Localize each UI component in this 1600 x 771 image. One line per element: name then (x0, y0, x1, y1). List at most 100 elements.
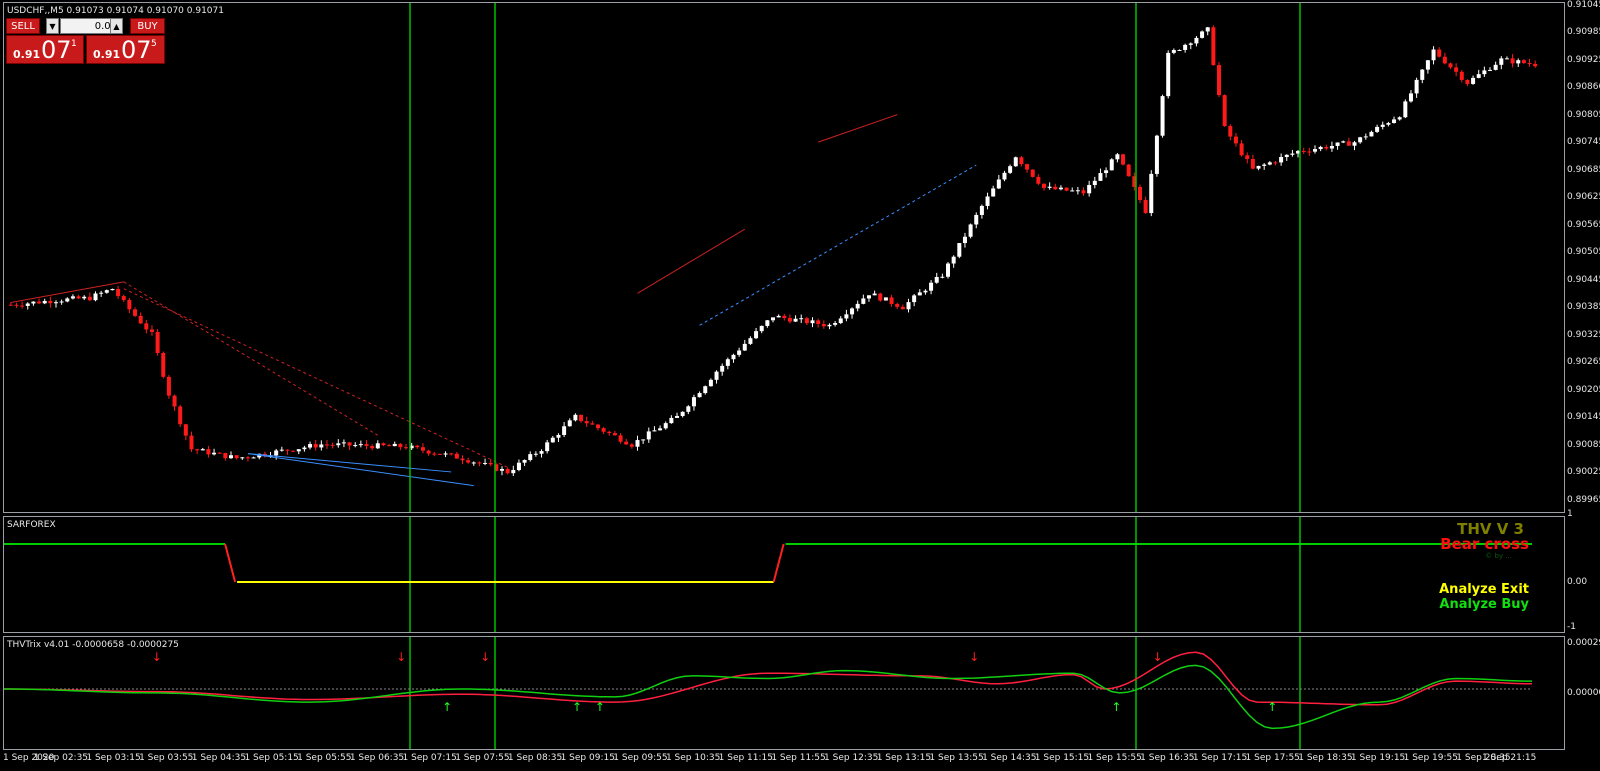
bear-candle (121, 296, 126, 300)
buy-price-big: 07 (121, 36, 152, 64)
bear-candle (629, 444, 634, 447)
bear-candle (189, 435, 194, 450)
bear-candle (217, 452, 222, 454)
bear-candle (1437, 49, 1442, 57)
time-axis-label: 1 Sep 12:35 (824, 753, 879, 763)
buy-button[interactable]: BUY (130, 18, 165, 34)
lot-down-button[interactable]: ▼ (46, 18, 59, 34)
bull-candle (962, 236, 967, 244)
sell-button[interactable]: SELL (6, 18, 40, 34)
bull-candle (810, 320, 815, 324)
bear-candle (1137, 186, 1142, 201)
bull-candle (1087, 185, 1092, 194)
bull-candle (65, 298, 70, 302)
bull-candle (652, 430, 657, 432)
bear-candle (149, 329, 154, 332)
time-axis-label: 1 Sep 07:15 (402, 753, 457, 763)
bull-candle (1200, 31, 1205, 38)
bear-candle (590, 423, 595, 425)
price-axis-label: 0.90685 (1567, 164, 1600, 175)
bear-candle (1019, 157, 1024, 165)
bull-candle (392, 443, 397, 447)
time-axis-label: 1 Sep 18:35 (1298, 753, 1353, 763)
bear-candle (116, 288, 121, 297)
bull-candle (725, 359, 730, 366)
bear-candle (1510, 58, 1515, 64)
time-axis-label: 1 Sep 15:15 (1034, 753, 1090, 763)
bull-candle (1504, 58, 1509, 60)
bear-candle (195, 449, 200, 451)
bull-candle (1403, 101, 1408, 118)
bear-candle (223, 452, 228, 459)
bull-candle (957, 243, 962, 257)
bull-candle (1488, 69, 1493, 71)
bull-candle (793, 318, 798, 322)
bull-candle (742, 343, 747, 351)
bull-candle (31, 301, 36, 304)
trix-down-arrow: ↓ (152, 650, 162, 664)
bear-candle (1324, 146, 1329, 149)
time-axis-label: 1 Sep 06:35 (349, 753, 405, 763)
bull-candle (567, 420, 572, 427)
bull-candle (748, 338, 753, 344)
bull-candle (59, 301, 64, 303)
bull-candle (646, 431, 651, 440)
bear-candle (183, 424, 188, 436)
lot-up-button[interactable]: ▲ (110, 18, 123, 34)
bear-candle (1081, 190, 1086, 194)
price-chart-pane[interactable]: USDCHF,,M5 0.91073 0.91074 0.91070 0.910… (3, 2, 1565, 513)
bull-candle (1279, 157, 1284, 163)
sarforex-indicator-pane[interactable]: SARFOREX (3, 516, 1565, 633)
price-chart-svg[interactable] (4, 3, 1564, 512)
one-click-trade-panel: SELL ▼ 0.01 ▲ BUY 0.91 07 1 0.91 07 5 (6, 18, 165, 64)
bull-candle (946, 263, 951, 277)
bull-candle (1183, 44, 1188, 50)
bull-candle (511, 469, 516, 474)
bull-candle (1369, 131, 1374, 137)
bull-candle (833, 323, 838, 325)
bear-candle (488, 462, 493, 465)
trix-up-arrow: ↑ (572, 700, 582, 714)
bear-candle (900, 306, 905, 310)
bull-candle (1352, 142, 1357, 146)
bear-candle (398, 443, 403, 448)
bull-candle (776, 315, 781, 318)
bull-candle (951, 256, 956, 264)
trix-up-arrow: ↑ (595, 700, 605, 714)
bull-candle (25, 303, 30, 306)
bull-candle (1380, 124, 1385, 127)
bull-candle (940, 276, 945, 278)
bull-candle (471, 462, 476, 464)
bear-candle (804, 318, 809, 324)
bull-candle (1482, 70, 1487, 75)
time-axis-label: 1 Sep 08:35 (507, 753, 563, 763)
bull-candle (703, 386, 708, 394)
bull-candle (754, 331, 759, 339)
bear-candle (76, 296, 81, 299)
bull-candle (1154, 135, 1159, 174)
bull-candle (737, 350, 742, 355)
bear-candle (787, 318, 792, 322)
bear-candle (87, 296, 92, 301)
bear-candle (415, 445, 420, 448)
price-axis-label: 0.90205 (1567, 384, 1600, 395)
trendline-red (818, 114, 898, 143)
bear-candle (1442, 56, 1447, 64)
buy-price-button[interactable]: 0.91 07 5 (86, 35, 165, 64)
bull-candle (771, 317, 775, 321)
buy-price-small: 0.91 (93, 48, 121, 61)
bear-candle (234, 455, 239, 459)
bull-candle (731, 354, 736, 360)
bear-candle (1273, 162, 1278, 164)
bear-candle (20, 305, 25, 307)
sell-price-button[interactable]: 0.91 07 1 (6, 35, 84, 64)
bull-candle (996, 179, 1001, 189)
thvtrix-indicator-pane[interactable]: THVTrix v4.01 -0.0000658 -0.0000275 ↓ ↓ ↓ ↓… (3, 636, 1565, 750)
bear-candle (206, 449, 211, 455)
bull-candle (1499, 58, 1504, 65)
bull-candle (872, 293, 877, 296)
bear-candle (291, 450, 296, 452)
bull-candle (866, 295, 871, 299)
price-axis-label: 0.90866 (1567, 81, 1600, 92)
bear-candle (8, 304, 13, 306)
